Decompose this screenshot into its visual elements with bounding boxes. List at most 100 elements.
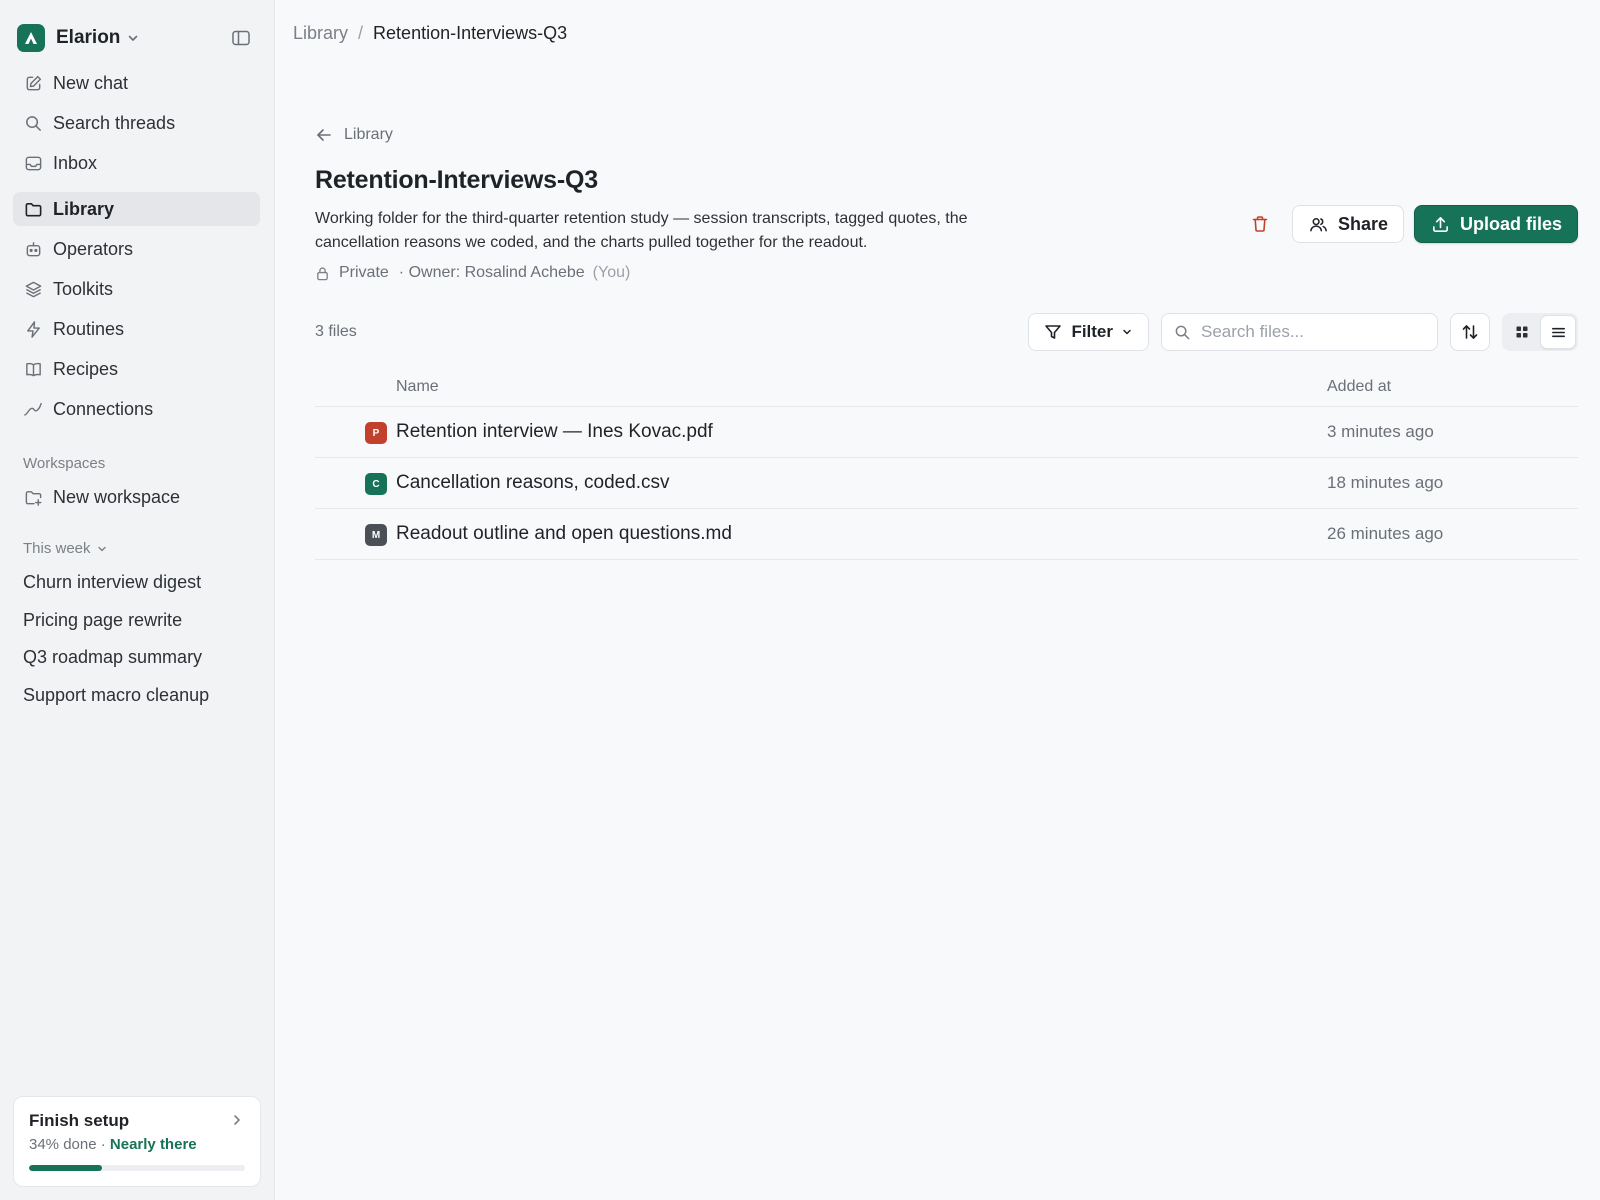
setup-progress-fill bbox=[29, 1165, 103, 1171]
upload-icon bbox=[1431, 215, 1450, 234]
chevron-down-icon bbox=[96, 543, 108, 555]
users-icon bbox=[1309, 215, 1328, 234]
sidebar-item-search-threads[interactable]: Search threads bbox=[13, 106, 260, 140]
workspace-name[interactable]: Elarion bbox=[56, 27, 120, 49]
workspaces-list: New workspace bbox=[13, 480, 260, 520]
breadcrumb-root[interactable]: Library bbox=[293, 23, 348, 44]
chevron-right-icon bbox=[230, 1113, 244, 1127]
file-name[interactable]: Retention interview — Ines Kovac.pdf bbox=[396, 421, 713, 443]
table-header: Name Added at bbox=[315, 371, 1578, 407]
recent-thread-item[interactable]: Pricing page rewrite bbox=[23, 608, 209, 646]
sort-button[interactable] bbox=[1450, 313, 1490, 351]
files-table: Name Added at P Retention interview — In… bbox=[315, 371, 1578, 560]
sidebar-item-label: Toolkits bbox=[53, 278, 114, 299]
setup-subtitle: 34% done · Nearly there bbox=[29, 1136, 245, 1153]
recent-thread-item[interactable]: Q3 roadmap summary bbox=[23, 645, 209, 683]
toolbar-controls: Filter bbox=[1028, 313, 1578, 351]
folder-description: Working folder for the third-quarter ret… bbox=[315, 210, 968, 251]
sidebar-item-label: New chat bbox=[53, 72, 129, 93]
breadcrumb-separator: / bbox=[358, 23, 364, 43]
arrow-left-icon bbox=[315, 126, 333, 144]
this-week-toggle[interactable]: This week bbox=[23, 540, 108, 557]
files-toolbar: 3 files Filter bbox=[315, 313, 1578, 351]
sidebar-nav: New chat Search threads Inbox Library Op… bbox=[13, 66, 260, 432]
sidebar-item-library[interactable]: Library bbox=[13, 192, 260, 226]
layers-icon bbox=[23, 279, 43, 299]
column-header-added[interactable]: Added at bbox=[1327, 378, 1391, 396]
sidebar-item-label: Connections bbox=[53, 398, 154, 419]
setup-title: Finish setup bbox=[29, 1111, 130, 1130]
chevron-down-icon bbox=[1121, 326, 1133, 338]
sidebar-item-label: Recipes bbox=[53, 358, 119, 379]
edit-icon bbox=[23, 73, 43, 93]
sidebar-item-label: Operators bbox=[53, 238, 134, 259]
list-icon bbox=[1550, 324, 1567, 341]
view-toggle bbox=[1502, 313, 1578, 351]
recent-thread-item[interactable]: Support macro cleanup bbox=[23, 683, 209, 721]
search-icon bbox=[23, 113, 43, 133]
grid-view-button[interactable] bbox=[1504, 315, 1540, 349]
sort-icon bbox=[1461, 323, 1479, 341]
breadcrumb: Library / Retention-Interviews-Q3 bbox=[293, 23, 567, 44]
sidebar-item-routines[interactable]: Routines bbox=[13, 312, 260, 346]
table-row[interactable]: P Retention interview — Ines Kovac.pdf 3… bbox=[315, 407, 1578, 458]
grid-icon bbox=[1514, 324, 1530, 340]
upload-files-button[interactable]: Upload files bbox=[1413, 205, 1578, 243]
setup-progress-bar bbox=[29, 1165, 245, 1171]
markdown-file-icon: M bbox=[365, 524, 387, 546]
chevron-down-icon[interactable] bbox=[126, 31, 140, 45]
search-files-input[interactable] bbox=[1201, 322, 1421, 342]
share-label: Share bbox=[1337, 213, 1388, 234]
csv-file-icon: C bbox=[365, 473, 387, 495]
file-name[interactable]: Readout outline and open questions.md bbox=[396, 523, 732, 545]
sidebar-item-toolkits[interactable]: Toolkits bbox=[13, 272, 260, 306]
sidebar-item-recipes[interactable]: Recipes bbox=[13, 352, 260, 386]
recent-threads: Churn interview digest Pricing page rewr… bbox=[23, 570, 209, 720]
sidebar: Elarion New chat Search threads Inbox Li… bbox=[0, 0, 275, 1200]
finish-setup-card[interactable]: Finish setup 34% done · Nearly there bbox=[13, 1096, 261, 1187]
table-row[interactable]: M Readout outline and open questions.md … bbox=[315, 509, 1578, 560]
list-view-button[interactable] bbox=[1540, 315, 1576, 349]
search-icon bbox=[1174, 324, 1191, 341]
filter-button[interactable]: Filter bbox=[1028, 313, 1149, 351]
breadcrumb-current: Retention-Interviews-Q3 bbox=[373, 23, 568, 43]
sidebar-item-label: Routines bbox=[53, 318, 125, 339]
folder-plus-icon bbox=[23, 487, 43, 507]
sidebar-toggle-icon[interactable] bbox=[231, 28, 251, 48]
table-row[interactable]: C Cancellation reasons, coded.csv 18 min… bbox=[315, 458, 1578, 509]
setup-status: Nearly there bbox=[109, 1136, 197, 1153]
sidebar-item-connections[interactable]: Connections bbox=[13, 392, 260, 426]
setup-separator: · bbox=[96, 1136, 110, 1153]
search-files-field[interactable] bbox=[1161, 313, 1438, 351]
book-icon bbox=[23, 359, 43, 379]
delete-folder-button[interactable] bbox=[1242, 206, 1278, 242]
back-link-label: Library bbox=[344, 126, 393, 143]
file-added-at: 3 minutes ago bbox=[1327, 422, 1434, 441]
lock-icon bbox=[315, 266, 330, 281]
back-to-library-link[interactable]: Library bbox=[315, 126, 393, 144]
file-count: 3 files bbox=[315, 323, 357, 340]
visibility-label: Private bbox=[339, 264, 389, 281]
file-name[interactable]: Cancellation reasons, coded.csv bbox=[396, 472, 670, 494]
filter-icon bbox=[1044, 323, 1062, 341]
column-header-name[interactable]: Name bbox=[396, 378, 439, 396]
pdf-file-icon: P bbox=[365, 422, 387, 444]
new-workspace-button[interactable]: New workspace bbox=[13, 480, 260, 514]
this-week-label: This week bbox=[23, 540, 91, 557]
file-added-at: 18 minutes ago bbox=[1327, 473, 1444, 492]
sidebar-item-new-chat[interactable]: New chat bbox=[13, 66, 260, 100]
sidebar-item-operators[interactable]: Operators bbox=[13, 232, 260, 266]
folder-icon bbox=[23, 199, 43, 219]
folder-meta: Private · Owner: Rosalind Achebe (You) bbox=[315, 264, 630, 282]
sidebar-item-inbox[interactable]: Inbox bbox=[13, 146, 260, 180]
sidebar-item-label: Library bbox=[53, 198, 115, 219]
workspace-logo-icon[interactable] bbox=[17, 24, 45, 52]
upload-label: Upload files bbox=[1459, 213, 1562, 234]
share-button[interactable]: Share bbox=[1291, 205, 1404, 243]
workspace-header: Elarion bbox=[17, 24, 254, 52]
filter-label: Filter bbox=[1071, 322, 1113, 341]
setup-progress-text: 34% done bbox=[29, 1136, 97, 1153]
recent-thread-item[interactable]: Churn interview digest bbox=[23, 570, 209, 608]
sidebar-item-label: Search threads bbox=[53, 112, 176, 133]
page-title: Retention-Interviews-Q3 bbox=[315, 166, 598, 194]
